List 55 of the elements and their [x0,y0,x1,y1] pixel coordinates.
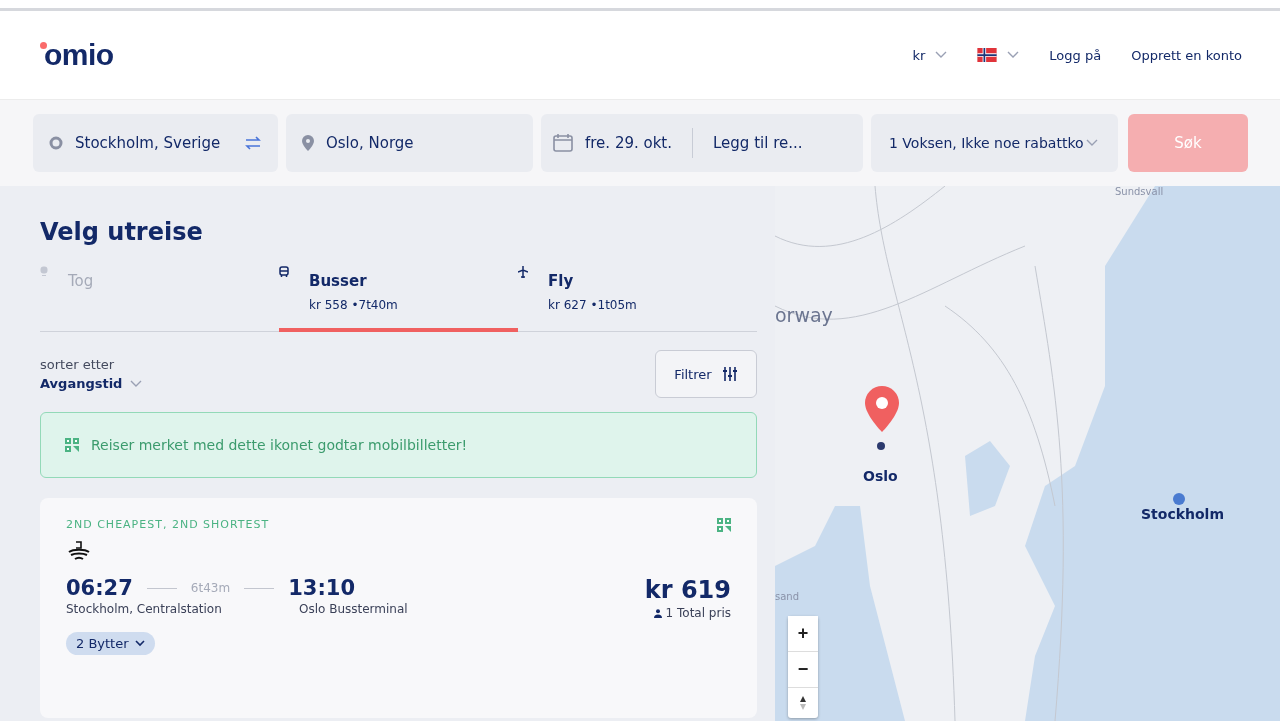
destination-field[interactable]: Oslo, Norge [286,114,533,172]
departure-date-field[interactable]: fre. 29. okt. [585,134,673,152]
stops-button[interactable]: 2 Bytter [66,632,155,655]
departure-station: Stockholm, Centralstation [66,602,223,616]
map[interactable]: Sundsvall orway Oslo Stockholm sand + − [775,186,1280,721]
trip-price: kr 619 [644,576,731,604]
chevron-down-icon [130,379,143,388]
trip-duration: 6t43m [190,581,231,595]
notice-text: Reiser merket med dette ikonet godtar mobilbilletter! [91,437,468,453]
map-label: Sundsvall [1115,186,1164,197]
omio-logo[interactable]: omio [40,38,114,72]
departure-time: 06:27 [66,576,133,600]
circle-icon [49,136,63,150]
chevron-down-icon [1085,139,1098,147]
sort-dropdown[interactable]: Avgangstid [40,376,143,391]
zoom-in-button[interactable]: + [788,616,818,652]
origin-field[interactable]: Stockholm, Sverige [33,114,278,172]
chevron-down-icon [1007,51,1020,59]
signup-link[interactable]: Opprett en konto [1131,47,1242,63]
flag-icon[interactable] [977,48,998,62]
qr-code-icon [65,438,79,452]
swap-icon[interactable] [244,135,262,151]
qr-code-icon [717,518,731,532]
map-label: Stockholm [1141,506,1224,522]
page-title: Velg utreise [40,218,204,246]
transport-tab[interactable]: Fly kr 627 •1t05m [518,266,757,332]
trip-tag: 2ND CHEAPEST, 2ND SHORTEST [66,518,270,532]
arrival-station: Oslo Bussterminal [299,602,408,616]
operator-logo-icon [66,540,92,562]
location-pin-icon [302,135,314,151]
map-label: sand [775,591,800,602]
passengers-field[interactable]: 1 Voksen, Ikke noe rabattko [871,114,1118,172]
calendar-icon [553,134,573,152]
sort-label: sorter etter [40,357,116,372]
chevron-down-icon [134,640,145,647]
train-icon [40,266,48,276]
bus-icon [279,266,289,278]
person-icon [653,608,662,618]
city-dot-icon [1173,493,1185,505]
map-label: Oslo [863,468,898,484]
map-label: orway [775,304,833,326]
currency-selector[interactable]: kr [912,47,926,63]
login-link[interactable]: Logg på [1049,47,1102,63]
sliders-icon [721,366,738,382]
return-date-field[interactable]: Legg til re... [713,134,803,152]
map-pin-icon [865,386,899,432]
price-note: 1 Total pris [665,606,731,620]
city-dot-icon [877,442,885,450]
chevron-down-icon [935,51,948,59]
transport-tab[interactable]: Busser kr 558 •7t40m [279,266,518,332]
arrival-time: 13:10 [288,576,356,600]
trip-card[interactable]: 2ND CHEAPEST, 2ND SHORTEST 06:27 6t43m 13:10 Stockholm, Centralstation Oslo Bussterminal kr 619 1 Total pris 2 Bytter [40,498,757,718]
filter-button[interactable]: Filtrer [655,350,757,398]
plane-icon [518,266,528,278]
zoom-out-button[interactable]: − [788,652,818,688]
